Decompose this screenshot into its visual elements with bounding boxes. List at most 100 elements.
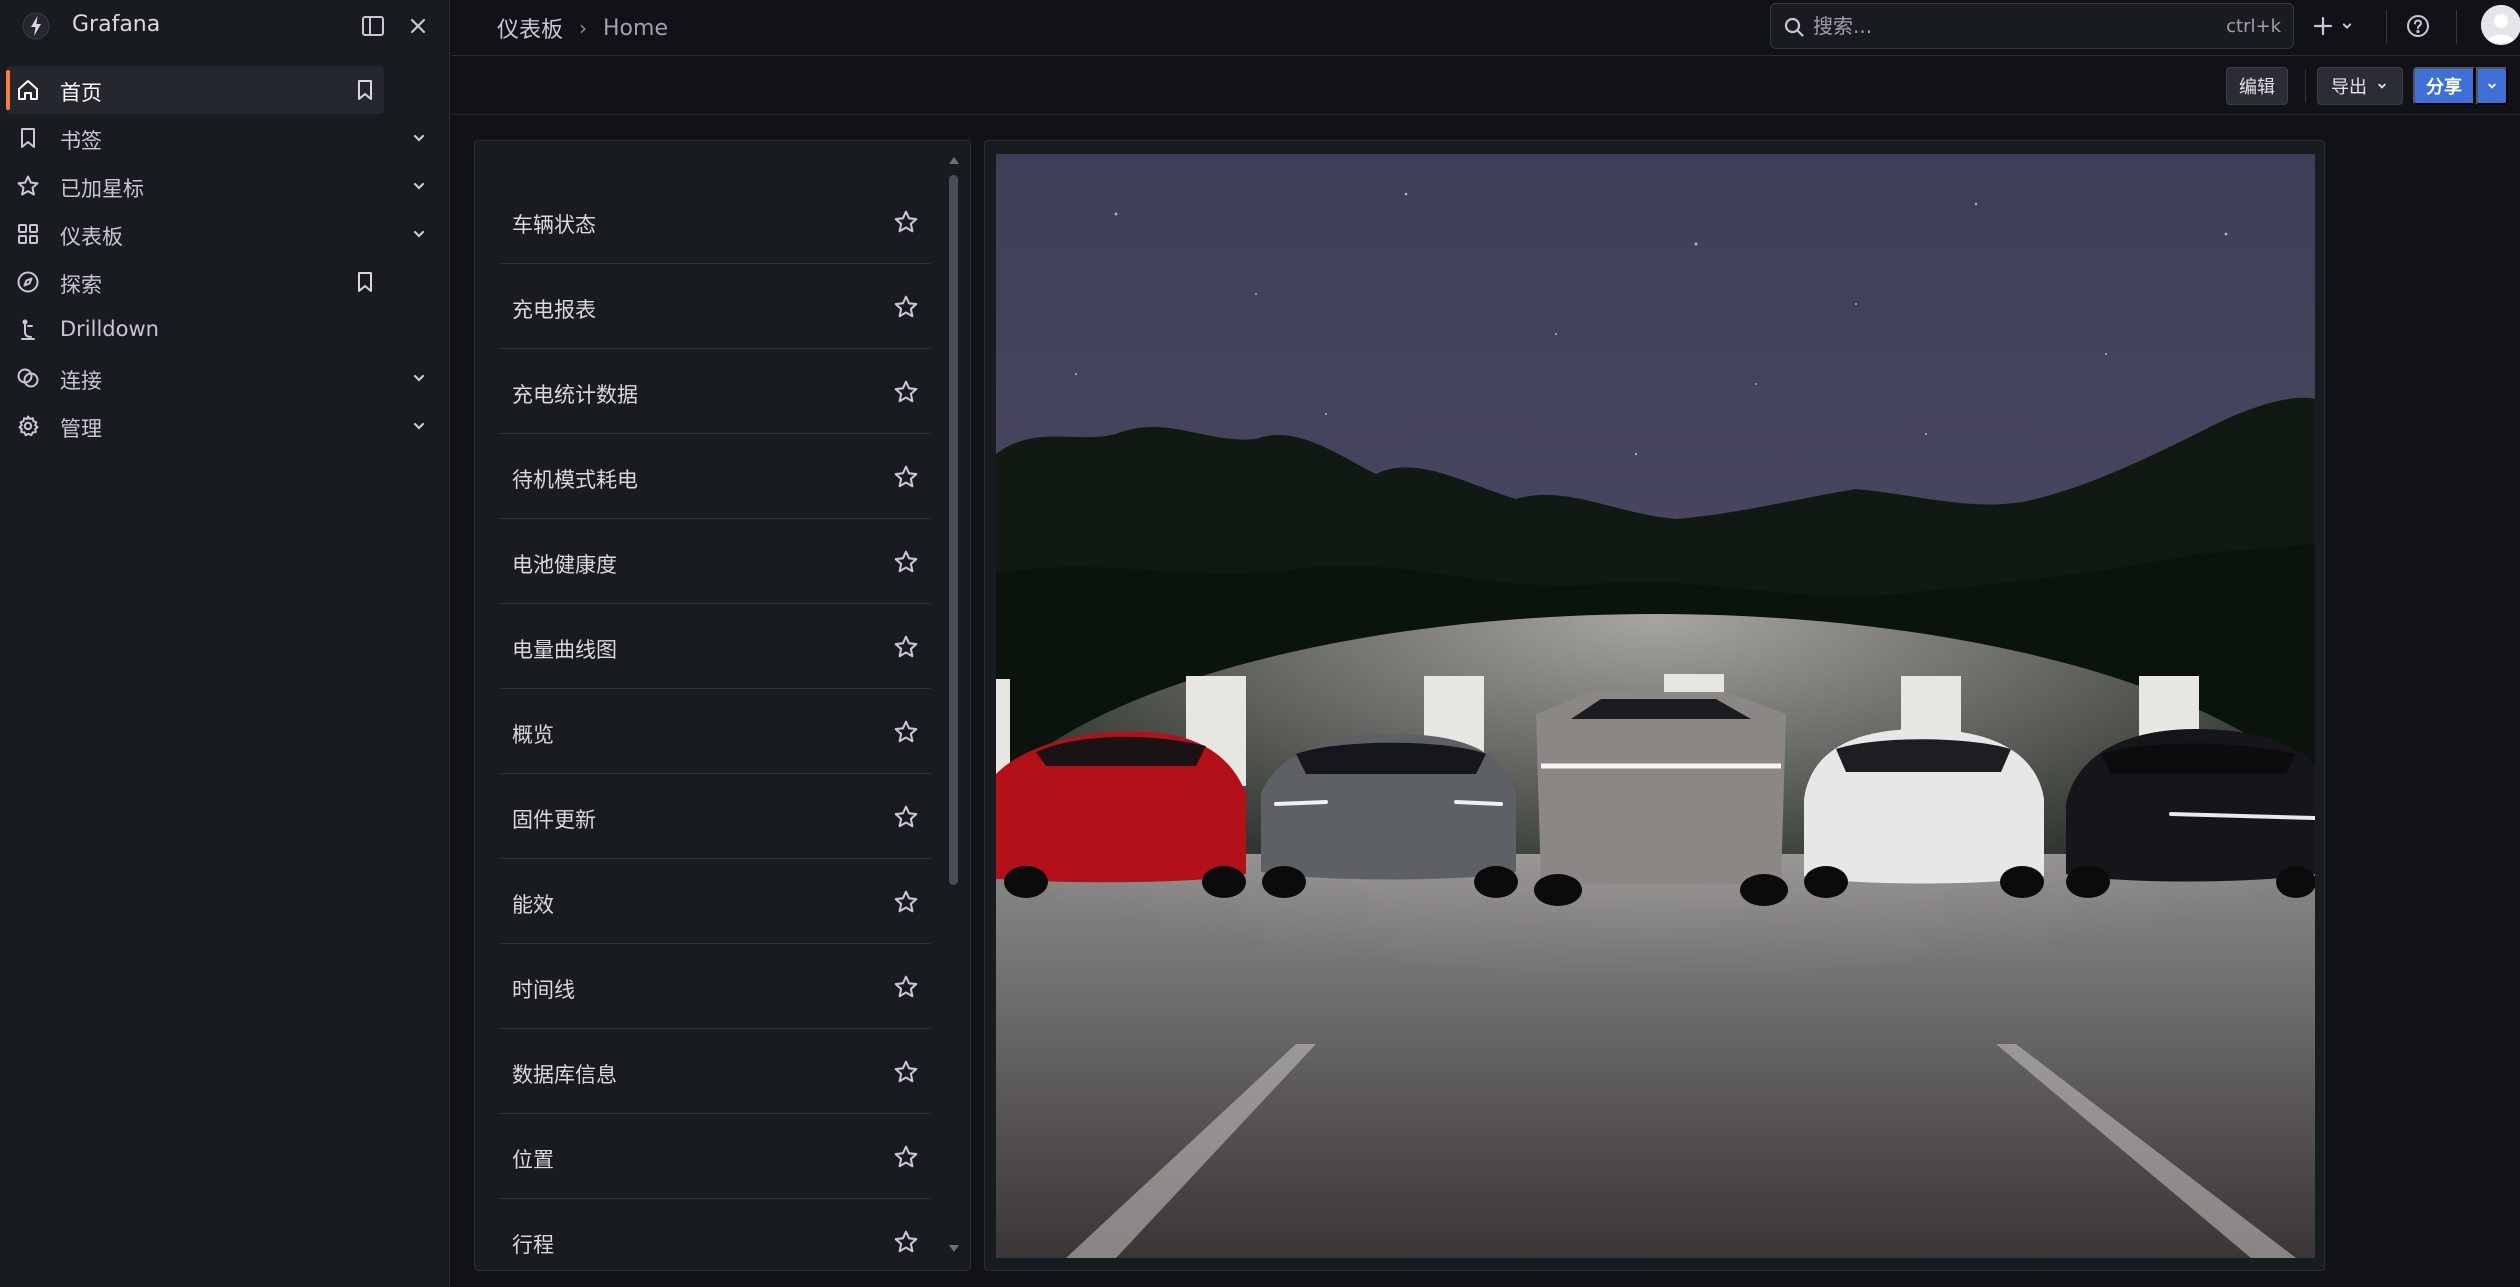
list-item[interactable]: 概览 bbox=[499, 689, 931, 774]
breadcrumb-dashboards[interactable]: 仪表板 bbox=[497, 12, 563, 44]
star-icon[interactable] bbox=[893, 1229, 919, 1255]
share-button[interactable]: 分享 bbox=[2413, 67, 2475, 105]
top-bar: 仪表板 › Home ctrl+k bbox=[451, 0, 2520, 56]
star-icon[interactable] bbox=[893, 889, 919, 915]
breadcrumb-current: Home bbox=[603, 15, 668, 41]
drilldown-icon bbox=[16, 318, 40, 342]
star-icon bbox=[16, 174, 40, 198]
dashboard-list: 车辆状态充电报表充电统计数据 待机模式耗电 电池健康度电量曲线图概览固件更新能效时间… bbox=[499, 179, 931, 1270]
sidebar-item-label: 仪表板 bbox=[60, 225, 123, 249]
list-item-title[interactable]: 车辆状态 bbox=[512, 209, 596, 239]
chevron-down-icon[interactable] bbox=[409, 224, 429, 244]
list-item-title[interactable]: 行程 bbox=[512, 1229, 554, 1259]
scroll-down-arrow[interactable] bbox=[949, 1245, 959, 1252]
chevron-down-icon[interactable] bbox=[409, 128, 429, 148]
star-icon[interactable] bbox=[893, 974, 919, 1000]
list-item[interactable]: 充电报表 bbox=[499, 264, 931, 349]
chevron-down-icon bbox=[2375, 79, 2389, 93]
sidebar-item-administration[interactable]: 管理 bbox=[0, 402, 450, 450]
list-item[interactable]: 能效 bbox=[499, 859, 931, 944]
dashboard-toolbar: 编辑 导出 分享 bbox=[451, 57, 2520, 115]
list-item-title[interactable]: 充电统计数据 bbox=[512, 379, 638, 409]
image-panel bbox=[984, 140, 2325, 1271]
dock-menu-icon[interactable] bbox=[360, 13, 386, 39]
divider bbox=[2456, 10, 2457, 44]
search-box[interactable]: ctrl+k bbox=[1770, 3, 2294, 49]
search-icon bbox=[1783, 16, 1805, 38]
dashboard-list-panel: 车辆状态充电报表充电统计数据 待机模式耗电 电池健康度电量曲线图概览固件更新能效时间… bbox=[474, 140, 971, 1271]
sidebar-item-starred[interactable]: 已加星标 bbox=[0, 162, 450, 210]
sidebar-item-label: Drilldown bbox=[60, 317, 159, 341]
export-label: 导出 bbox=[2331, 77, 2367, 98]
sidebar-item-label: 已加星标 bbox=[60, 177, 144, 201]
divider bbox=[2305, 69, 2306, 103]
list-item-title[interactable]: 时间线 bbox=[512, 974, 575, 1004]
sidebar: Grafana 首页 书签 已加星标 仪表板 探索 Drilldown 连接 管… bbox=[0, 0, 450, 1287]
star-icon[interactable] bbox=[893, 804, 919, 830]
chevron-down-icon[interactable] bbox=[409, 368, 429, 388]
star-icon[interactable] bbox=[893, 719, 919, 745]
list-item[interactable]: 电量曲线图 bbox=[499, 604, 931, 689]
chevron-down-icon[interactable] bbox=[409, 176, 429, 196]
star-icon[interactable] bbox=[893, 549, 919, 575]
sidebar-item-explore[interactable]: 探索 bbox=[0, 258, 450, 306]
scrollbar-thumb[interactable] bbox=[949, 175, 958, 885]
list-item-title[interactable]: 概览 bbox=[512, 719, 554, 749]
star-icon[interactable] bbox=[893, 1059, 919, 1085]
list-item[interactable]: 位置 bbox=[499, 1114, 931, 1199]
star-icon[interactable] bbox=[893, 634, 919, 660]
list-item-title[interactable]: 电量曲线图 bbox=[512, 634, 617, 664]
list-item[interactable]: 充电统计数据 bbox=[499, 349, 931, 434]
list-item-title[interactable]: 充电报表 bbox=[512, 294, 596, 324]
bookmark-icon[interactable] bbox=[353, 270, 377, 294]
compass-icon bbox=[16, 270, 40, 294]
close-icon[interactable] bbox=[405, 13, 431, 39]
sidebar-item-drilldown[interactable]: Drilldown bbox=[0, 306, 450, 354]
sidebar-item-label: 首页 bbox=[60, 81, 102, 105]
add-new-button[interactable] bbox=[2311, 12, 2361, 40]
star-icon[interactable] bbox=[893, 1144, 919, 1170]
help-icon[interactable] bbox=[2405, 13, 2431, 39]
list-item-title[interactable]: 能效 bbox=[512, 889, 554, 919]
chevron-down-icon bbox=[2339, 18, 2355, 34]
user-avatar[interactable] bbox=[2481, 5, 2520, 45]
list-item-title[interactable]: 数据库信息 bbox=[512, 1059, 617, 1089]
home-icon bbox=[16, 78, 40, 102]
search-shortcut: ctrl+k bbox=[2226, 16, 2281, 37]
tesla-cars-photo bbox=[996, 154, 2315, 1258]
sidebar-item-connections[interactable]: 连接 bbox=[0, 354, 450, 402]
star-icon[interactable] bbox=[893, 464, 919, 490]
share-dropdown-button[interactable] bbox=[2476, 67, 2508, 105]
list-item[interactable]: 固件更新 bbox=[499, 774, 931, 859]
list-item-title[interactable]: 位置 bbox=[512, 1144, 554, 1174]
gear-icon bbox=[16, 414, 40, 438]
list-item[interactable]: 待机模式耗电 bbox=[499, 434, 931, 519]
list-item[interactable]: 时间线 bbox=[499, 944, 931, 1029]
export-button[interactable]: 导出 bbox=[2317, 67, 2403, 105]
sidebar-item-home[interactable]: 首页 bbox=[6, 66, 384, 114]
sidebar-item-dashboards[interactable]: 仪表板 bbox=[0, 210, 450, 258]
list-item-title[interactable]: 待机模式耗电 bbox=[512, 464, 638, 494]
breadcrumb-separator: › bbox=[579, 16, 588, 40]
plus-icon bbox=[2311, 14, 2335, 38]
sidebar-item-label: 管理 bbox=[60, 417, 102, 441]
search-input[interactable] bbox=[1813, 12, 2213, 40]
chevron-down-icon[interactable] bbox=[409, 416, 429, 436]
star-icon[interactable] bbox=[893, 379, 919, 405]
list-item[interactable]: 电池健康度 bbox=[499, 519, 931, 604]
list-item[interactable]: 数据库信息 bbox=[499, 1029, 931, 1114]
star-icon[interactable] bbox=[893, 209, 919, 235]
list-item-title[interactable]: 电池健康度 bbox=[512, 549, 617, 579]
list-item[interactable]: 车辆状态 bbox=[499, 179, 931, 264]
sidebar-item-bookmarks[interactable]: 书签 bbox=[0, 114, 450, 162]
bookmark-icon bbox=[16, 126, 40, 150]
sidebar-item-label: 书签 bbox=[60, 129, 102, 153]
grafana-logo-icon[interactable] bbox=[20, 10, 52, 42]
star-icon[interactable] bbox=[893, 294, 919, 320]
divider bbox=[2386, 10, 2387, 44]
list-item[interactable]: 行程 bbox=[499, 1199, 931, 1270]
bookmark-icon[interactable] bbox=[353, 78, 377, 102]
edit-button[interactable]: 编辑 bbox=[2226, 67, 2288, 105]
list-item-title[interactable]: 固件更新 bbox=[512, 804, 596, 834]
scroll-up-arrow[interactable] bbox=[949, 157, 959, 164]
